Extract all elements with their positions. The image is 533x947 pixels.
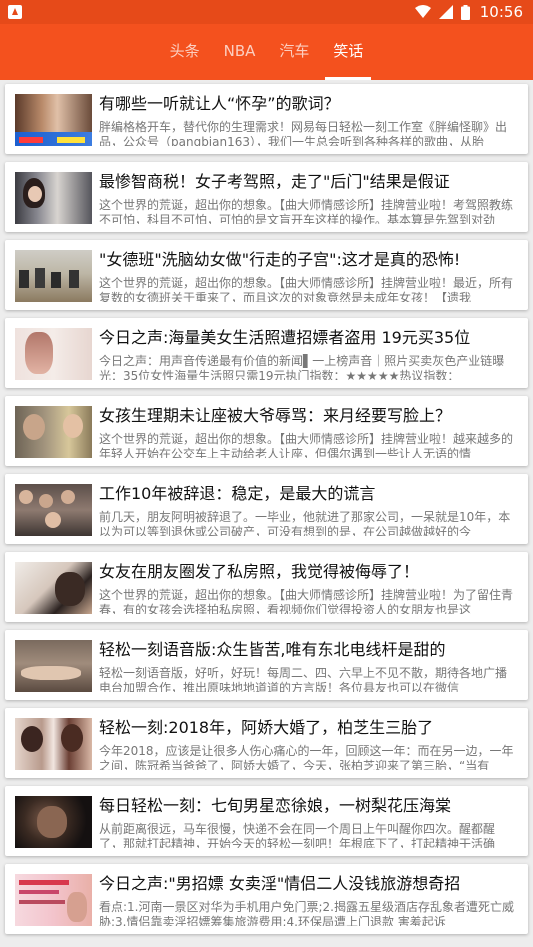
news-card[interactable]: 女孩生理期未让座被大爷辱骂：来月经要写脸上？ 这个世界的荒诞，超出你的想象。【曲… bbox=[5, 396, 528, 466]
notification-icon bbox=[8, 5, 22, 19]
tab-cars[interactable]: 汽车 bbox=[267, 24, 321, 80]
news-thumbnail bbox=[15, 406, 92, 458]
news-card[interactable]: 女友在朋友圈发了私房照，我觉得被侮辱了！ 这个世界的荒诞，超出你的想象。【曲大师… bbox=[5, 552, 528, 622]
news-thumbnail bbox=[15, 250, 92, 302]
news-thumbnail bbox=[15, 796, 92, 848]
news-title: "女德班"洗脑幼女做"行走的子宫":这才是真的恐怖! bbox=[99, 250, 461, 269]
news-description: 轻松一刻语音版，好听，好玩！每周二、四、六早上不见不散，期待各地广播电台加盟合作… bbox=[99, 666, 508, 692]
news-thumbnail bbox=[15, 94, 92, 146]
news-thumbnail bbox=[15, 874, 92, 926]
news-title: 每日轻松一刻：七旬男星恋徐娘，一树梨花压海棠 bbox=[99, 796, 452, 815]
wifi-icon bbox=[414, 5, 431, 18]
news-thumbnail bbox=[15, 718, 92, 770]
news-title: 有哪些一听就让人“怀孕”的歌词？ bbox=[99, 94, 340, 113]
tab-nba[interactable]: NBA bbox=[212, 24, 268, 80]
news-title: 今日之声:"男招嫖 女卖淫"情侣二人没钱旅游想奇招 bbox=[99, 874, 461, 893]
news-title: 工作10年被辞退：稳定，是最大的谎言 bbox=[99, 484, 376, 503]
news-title: 女孩生理期未让座被大爷辱骂：来月经要写脸上？ bbox=[99, 406, 452, 425]
news-card[interactable]: 轻松一刻:2018年，阿娇大婚了，柏芝生三胎了 今年2018，应该是让很多人伤心… bbox=[5, 708, 528, 778]
news-description: 这个世界的荒诞，超出你的想象。【曲大师情感诊所】挂牌营业啦！越来越多的年轻人开始… bbox=[99, 432, 514, 458]
news-description: 这个世界的荒诞，超出你的想象。【曲大师情感诊所】挂牌营业啦！为了留住青春，有的女… bbox=[99, 588, 514, 614]
news-thumbnail bbox=[15, 172, 92, 224]
news-title: 今日之声:海量美女生活照遭招嫖者盗用 19元买35位 bbox=[99, 328, 471, 347]
news-list[interactable]: 有哪些一听就让人“怀孕”的歌词？ 胖编格格开车，替代你的生理需求！网易每日轻松一… bbox=[0, 80, 533, 947]
news-title: 最惨智商税！女子考驾照，走了"后门"结果是假证 bbox=[99, 172, 450, 191]
news-description: 这个世界的荒诞，超出你的想象。【曲大师情感诊所】挂牌营业啦！最近，所有复数的女德… bbox=[99, 276, 514, 302]
news-title: 轻松一刻:2018年，阿娇大婚了，柏芝生三胎了 bbox=[99, 718, 434, 737]
news-card[interactable]: 最惨智商税！女子考驾照，走了"后门"结果是假证 这个世界的荒诞，超出你的想象。【… bbox=[5, 162, 528, 232]
news-card[interactable]: 轻松一刻语音版:众生皆苦,唯有东北电线杆是甜的 轻松一刻语音版，好听，好玩！每周… bbox=[5, 630, 528, 700]
signal-icon bbox=[438, 5, 453, 19]
news-description: 看点:1.河南一景区对华为手机用户免门票;2.揭露五星级酒店存乱象者遭死亡威胁;… bbox=[99, 900, 514, 926]
news-thumbnail bbox=[15, 484, 92, 536]
news-description: 前几天，朋友阿明被辞退了。一毕业，他就进了那家公司，一呆就是10年，本以为可以等… bbox=[99, 510, 511, 536]
news-description: 这个世界的荒诞，超出你的想象。【曲大师情感诊所】挂牌营业啦！考驾照教练不可怕，科… bbox=[99, 198, 514, 224]
tab-headlines[interactable]: 头条 bbox=[158, 24, 212, 80]
news-card[interactable]: "女德班"洗脑幼女做"行走的子宫":这才是真的恐怖! 这个世界的荒诞，超出你的想… bbox=[5, 240, 528, 310]
news-description: 从前距离很远，马车很慢，快递不会在同一个周日上午叫醒你四次。醒都醒了，那就打起精… bbox=[99, 822, 496, 848]
news-card[interactable]: 今日之声:"男招嫖 女卖淫"情侣二人没钱旅游想奇招 看点:1.河南一景区对华为手… bbox=[5, 864, 528, 934]
news-thumbnail bbox=[15, 328, 92, 380]
news-title: 女友在朋友圈发了私房照，我觉得被侮辱了！ bbox=[99, 562, 420, 581]
clock: 10:56 bbox=[479, 3, 523, 21]
news-description: 今日之声：用声音传递最有价值的新闻▌一上榜声音｜照片买卖灰色产业链曝光：35位女… bbox=[99, 354, 505, 380]
status-icons: 10:56 bbox=[414, 3, 523, 21]
news-description: 胖编格格开车，替代你的生理需求！网易每日轻松一刻工作室《胖编怪聊》出品，公众号（… bbox=[99, 120, 508, 146]
status-bar: 10:56 bbox=[0, 0, 533, 24]
news-card[interactable]: 每日轻松一刻：七旬男星恋徐娘，一树梨花压海棠 从前距离很远，马车很慢，快递不会在… bbox=[5, 786, 528, 856]
news-card[interactable]: 有哪些一听就让人“怀孕”的歌词？ 胖编格格开车，替代你的生理需求！网易每日轻松一… bbox=[5, 84, 528, 154]
news-thumbnail bbox=[15, 640, 92, 692]
news-title: 轻松一刻语音版:众生皆苦,唯有东北电线杆是甜的 bbox=[99, 640, 446, 659]
tab-bar: 头条 NBA 汽车 笑话 bbox=[0, 24, 533, 80]
battery-icon bbox=[460, 4, 470, 20]
news-description: 今年2018，应该是让很多人伤心痛心的一年，回顾这一年：而在另一边，一年之间，陈… bbox=[99, 744, 514, 770]
news-card[interactable]: 今日之声:海量美女生活照遭招嫖者盗用 19元买35位 今日之声：用声音传递最有价… bbox=[5, 318, 528, 388]
tab-jokes[interactable]: 笑话 bbox=[321, 24, 375, 80]
news-thumbnail bbox=[15, 562, 92, 614]
news-card[interactable]: 工作10年被辞退：稳定，是最大的谎言 前几天，朋友阿明被辞退了。一毕业，他就进了… bbox=[5, 474, 528, 544]
